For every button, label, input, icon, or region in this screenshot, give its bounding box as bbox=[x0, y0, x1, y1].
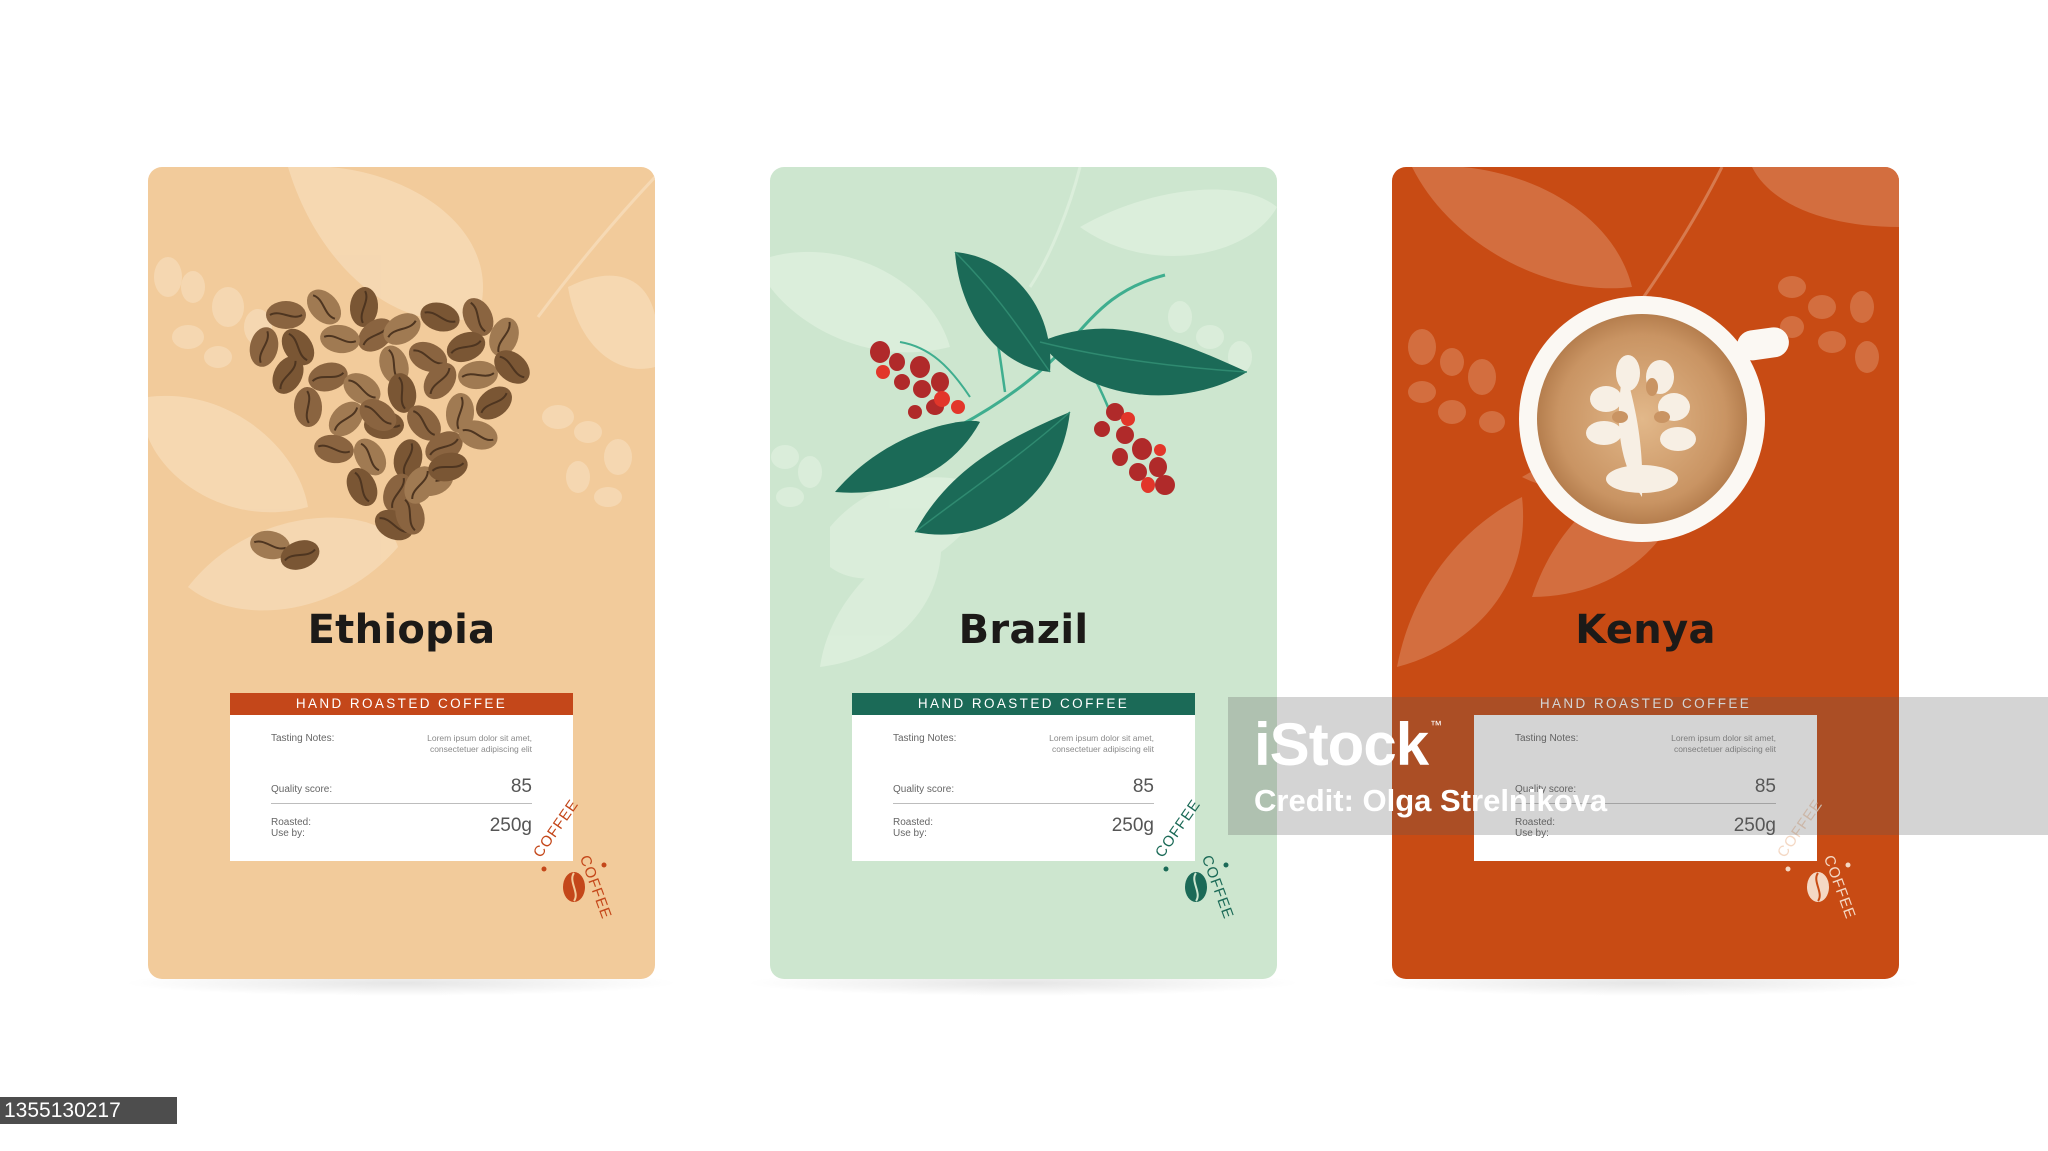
brazil-package-card: Brazil HAND ROASTED COFFEE Tasting Notes… bbox=[770, 167, 1277, 979]
info-label: HAND ROASTED COFFEE Tasting Notes: Lorem… bbox=[230, 693, 573, 861]
quality-score-value: 85 bbox=[1132, 776, 1154, 797]
roasted-label: Roasted: bbox=[271, 817, 312, 828]
coffee-bean bbox=[314, 434, 354, 464]
roasted-label: Roasted: bbox=[893, 817, 934, 828]
origin-title: Brazil bbox=[958, 607, 1089, 653]
quality-score-label: Quality score: bbox=[271, 784, 333, 795]
stock-image-id: 1355130217 bbox=[0, 1097, 177, 1124]
label-band: HAND ROASTED COFFEE bbox=[230, 693, 573, 715]
divider bbox=[271, 803, 532, 804]
quality-score-value: 85 bbox=[510, 776, 532, 797]
coffee-bean bbox=[306, 289, 342, 325]
weight-value: 250g bbox=[1111, 815, 1154, 836]
coffee-bean bbox=[293, 387, 323, 427]
coffee-stamp: COFFEE COFFEE bbox=[524, 796, 624, 937]
coffee-bean bbox=[266, 301, 306, 329]
coffee-bean bbox=[420, 302, 460, 332]
tasting-notes-label: Tasting Notes: bbox=[893, 733, 957, 744]
weight-value: 250g bbox=[489, 815, 532, 836]
label-band: HAND ROASTED COFFEE bbox=[852, 693, 1195, 715]
coffee-bean bbox=[458, 360, 498, 390]
coffee-bean bbox=[320, 324, 360, 354]
info-label: HAND ROASTED COFFEE Tasting Notes: Lorem… bbox=[852, 693, 1195, 861]
origin-title: Kenya bbox=[1575, 607, 1716, 653]
ethiopia-package-card: Ethiopia HAND ROASTED COFFEE Tasting Not… bbox=[148, 167, 655, 979]
tasting-notes-text: Lorem ipsum dolor sit amet, consectetuer… bbox=[427, 733, 532, 754]
coffee-stamp: COFFEE COFFEE bbox=[1146, 796, 1246, 937]
tasting-notes-label: Tasting Notes: bbox=[271, 733, 335, 744]
use-by-label: Use by: bbox=[893, 828, 927, 839]
divider bbox=[893, 803, 1154, 804]
coffee-bean bbox=[249, 327, 279, 367]
kenya-package-card: Kenya HAND ROASTED COFFEE Tasting Notes:… bbox=[1392, 167, 1899, 979]
photo-credit: Credit: Olga Strelnikova bbox=[1254, 783, 1608, 818]
istock-logo: iStock bbox=[1254, 711, 1429, 778]
trademark-symbol: ™ bbox=[1430, 718, 1442, 732]
coffee-stamp: COFFEE COFFEE bbox=[1768, 796, 1868, 937]
quality-score-label: Quality score: bbox=[893, 784, 955, 795]
use-by-label: Use by: bbox=[271, 828, 305, 839]
tasting-notes-text: Lorem ipsum dolor sit amet, consectetuer… bbox=[1049, 733, 1154, 754]
origin-title: Ethiopia bbox=[307, 607, 496, 653]
